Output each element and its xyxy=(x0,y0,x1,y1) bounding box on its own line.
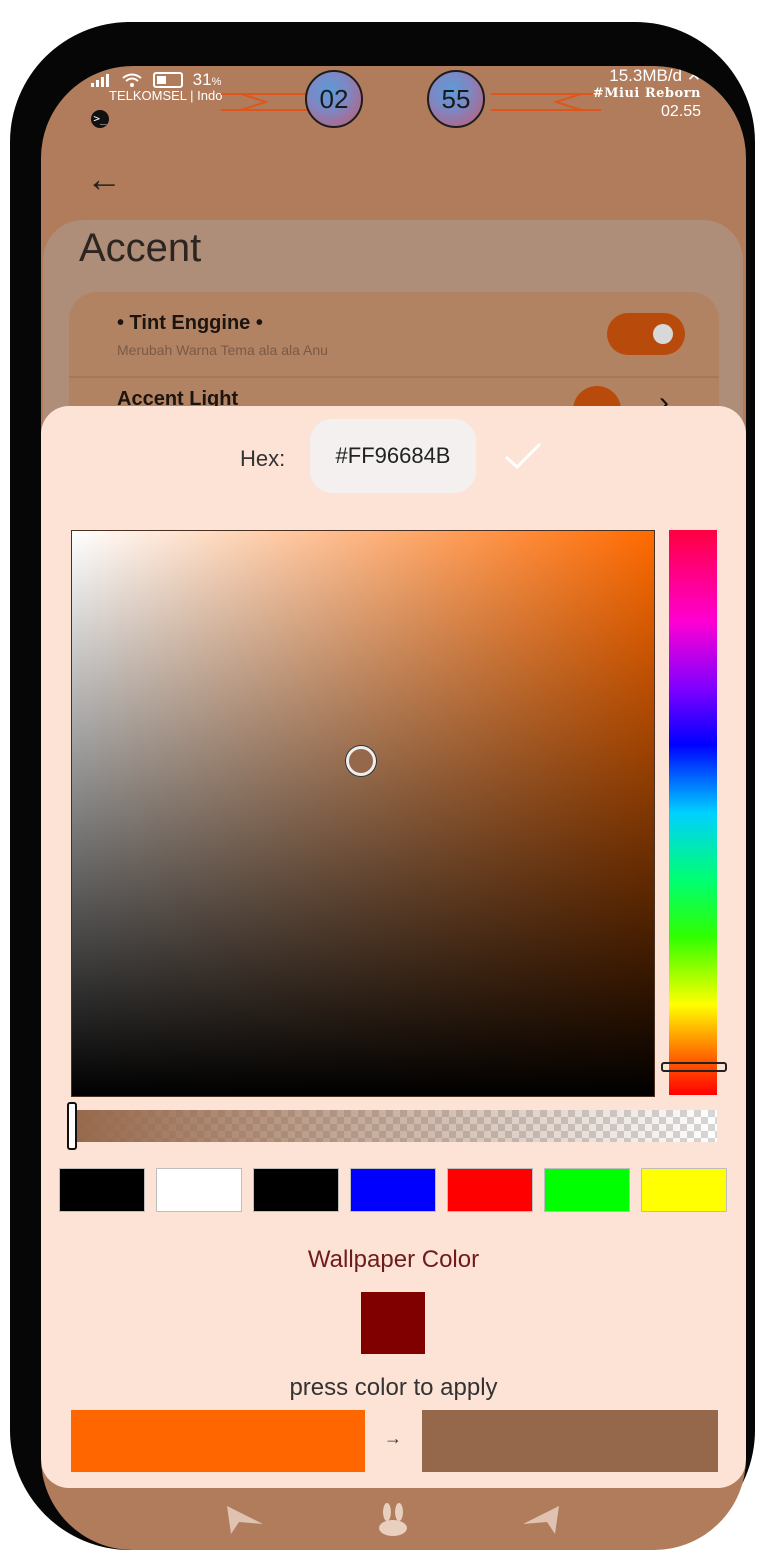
preset-swatch[interactable] xyxy=(59,1168,145,1212)
hex-label: Hex: xyxy=(240,446,286,471)
apply-hint: press color to apply xyxy=(289,1374,498,1401)
recents-nav-icon[interactable] xyxy=(521,1502,561,1538)
terminal-icon: >_ xyxy=(91,110,109,128)
tint-engine-subtitle: Merubah Warna Tema ala ala Anu xyxy=(117,342,328,358)
battery-icon xyxy=(152,72,183,88)
clock-decoration-right xyxy=(491,93,601,111)
check-icon[interactable] xyxy=(503,440,543,472)
clock-hour-bubble: 02 xyxy=(305,70,363,128)
carrier-label: TELKOMSEL | Indo xyxy=(109,88,223,103)
brand-label: #Miui Reborn xyxy=(592,86,701,101)
back-nav-icon[interactable] xyxy=(225,1502,265,1538)
tint-engine-title: • Tint Enggine • xyxy=(117,312,263,334)
time-label: 02.55 xyxy=(660,103,701,120)
back-arrow-icon[interactable]: ← xyxy=(86,158,122,200)
preset-swatch[interactable] xyxy=(447,1168,533,1212)
alpha-slider-handle[interactable] xyxy=(67,1102,77,1150)
wallpaper-color-swatch[interactable] xyxy=(361,1292,425,1354)
preset-swatch[interactable] xyxy=(641,1168,727,1212)
net-speed: 15.3MB/d ✕ xyxy=(609,66,701,85)
color-cursor[interactable] xyxy=(346,746,376,776)
wallpaper-color-label: Wallpaper Color xyxy=(307,1246,480,1273)
signal-icon xyxy=(91,74,109,87)
phone-frame: 31% TELKOMSEL | Indo >_ 02 55 15.3MB/d ✕… xyxy=(10,22,755,1550)
divider xyxy=(69,376,719,378)
mute-icon: ✕ xyxy=(686,66,701,85)
preset-swatch[interactable] xyxy=(350,1168,436,1212)
new-color-preview[interactable] xyxy=(422,1410,718,1472)
clock-minute-bubble: 55 xyxy=(427,70,485,128)
screen: 31% TELKOMSEL | Indo >_ 02 55 15.3MB/d ✕… xyxy=(41,66,746,1550)
old-color-preview[interactable] xyxy=(71,1410,365,1472)
preset-swatch[interactable] xyxy=(253,1168,339,1212)
status-left: 31% xyxy=(91,70,221,90)
hue-slider[interactable] xyxy=(669,530,717,1095)
toggle-knob xyxy=(653,324,673,344)
alpha-slider[interactable] xyxy=(71,1110,717,1142)
status-right: 15.3MB/d ✕ #Miui Reborn 02.55 xyxy=(593,66,701,121)
wifi-icon xyxy=(122,73,142,87)
saturation-value-panel[interactable] xyxy=(71,530,655,1097)
tint-engine-toggle[interactable] xyxy=(607,313,685,355)
hue-slider-handle[interactable] xyxy=(661,1061,727,1072)
hex-input[interactable]: #FF96684B xyxy=(310,419,476,493)
color-picker-dialog: Hex: #FF96684B Wallpaper Color press col… xyxy=(41,406,746,1488)
home-rabbit-icon[interactable] xyxy=(373,1502,413,1538)
preset-swatch[interactable] xyxy=(544,1168,630,1212)
page-title: Accent xyxy=(79,226,202,270)
arrow-right-icon: → xyxy=(384,1428,402,1448)
battery-percent: 31% xyxy=(192,70,222,89)
preset-swatch[interactable] xyxy=(156,1168,242,1212)
